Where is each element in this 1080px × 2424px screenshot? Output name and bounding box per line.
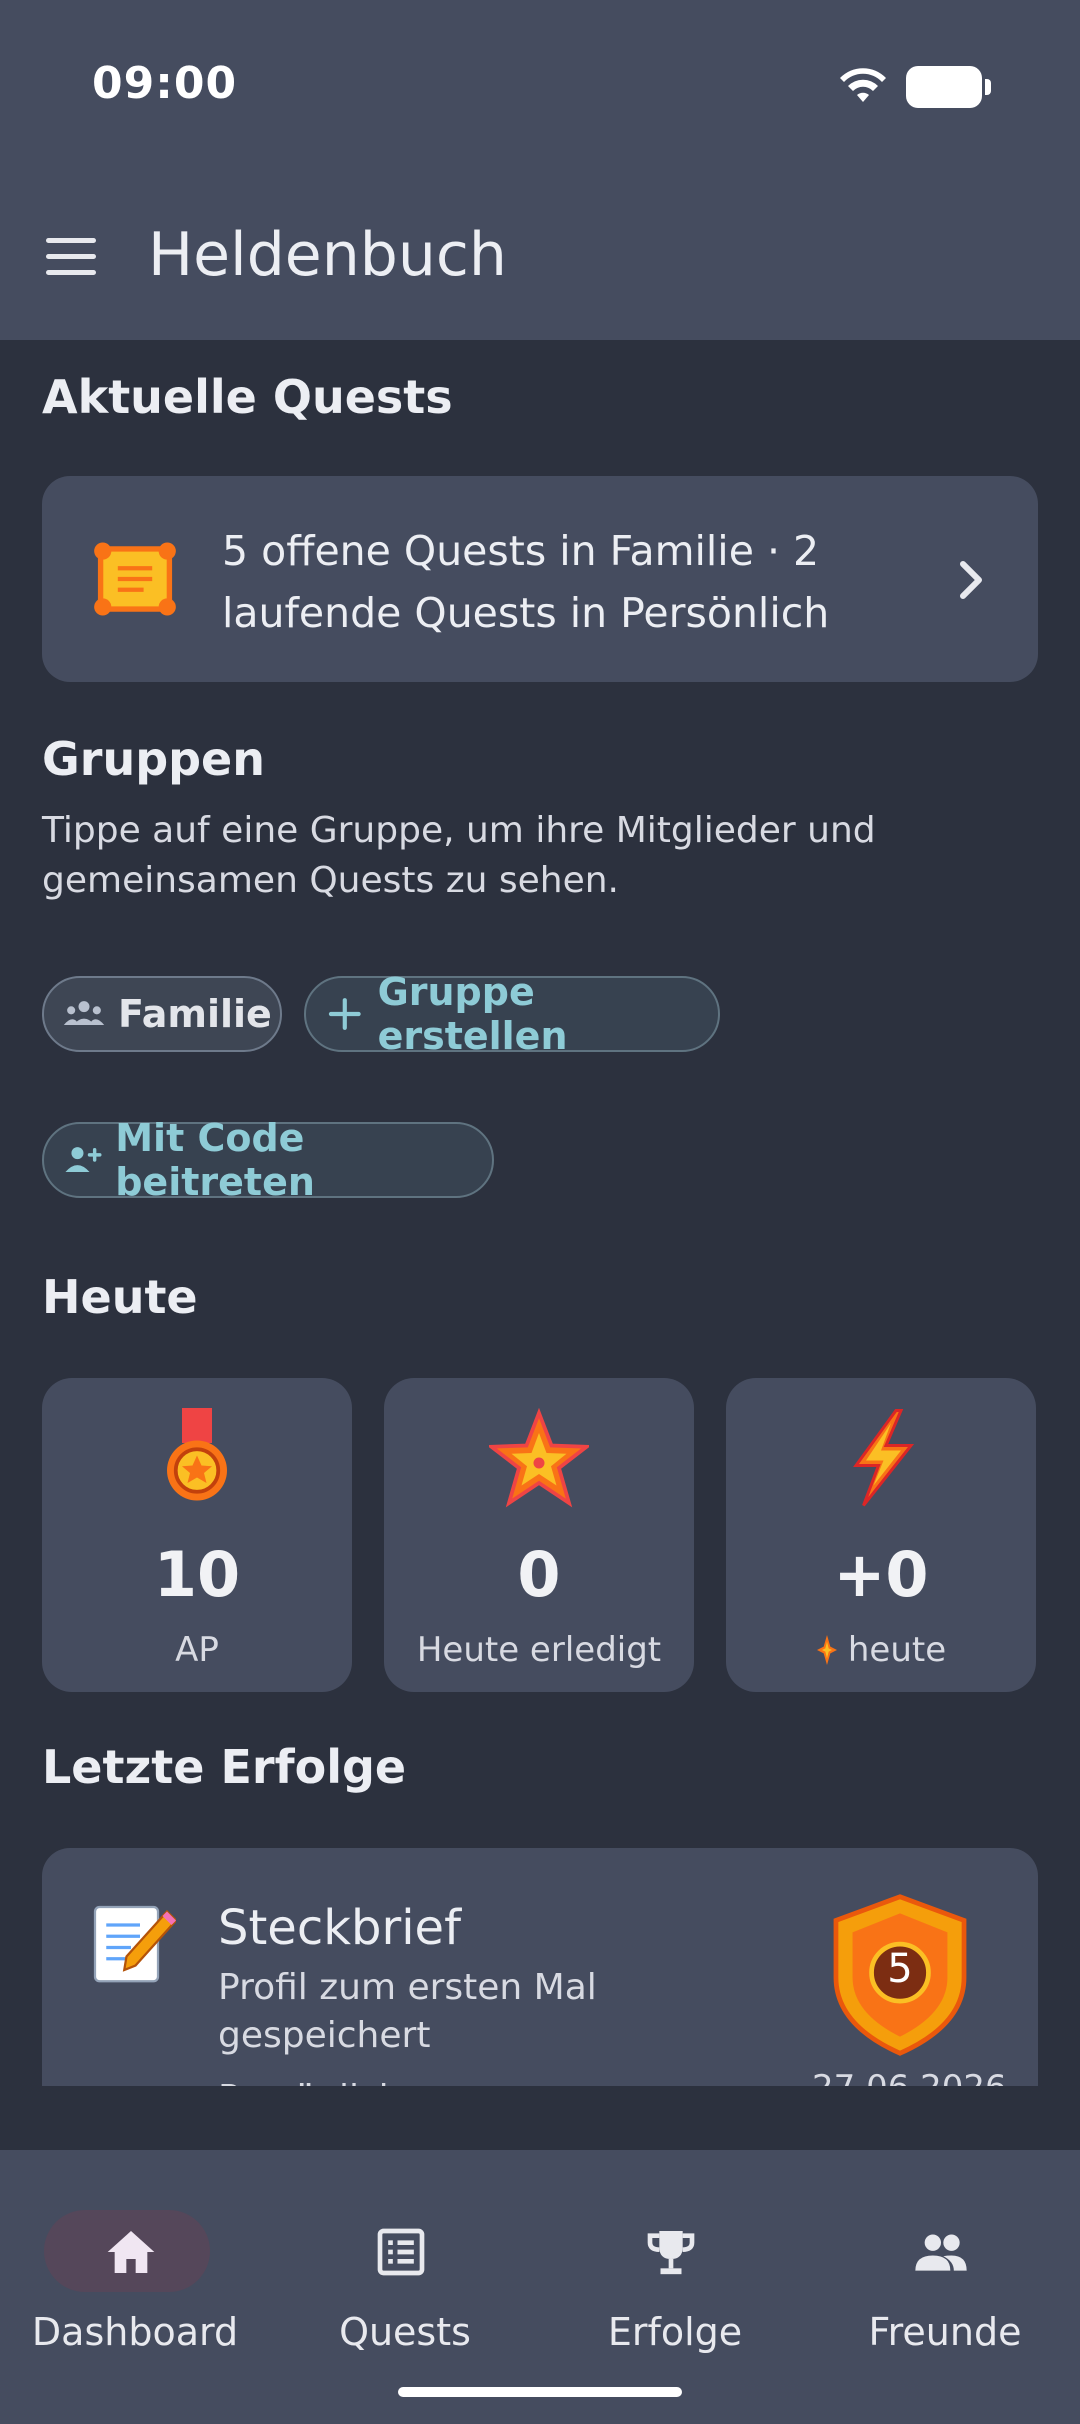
home-icon bbox=[107, 2231, 155, 2273]
status-time: 09:00 bbox=[92, 58, 238, 109]
medal-icon bbox=[167, 1408, 227, 1501]
groups-hint: Tippe auf eine Gruppe, um ihre Mitgliede… bbox=[42, 810, 876, 901]
level-badge-number: 5 bbox=[887, 1946, 913, 1992]
achievement-date: 27.06.2026 bbox=[812, 2068, 1007, 2086]
chip-label: Gruppe erstellen bbox=[377, 970, 568, 1058]
bottom-navigation: Dashboard Quests Erfolge Freunde bbox=[0, 2150, 1080, 2424]
stat-label: Heute erledigt bbox=[416, 1630, 662, 1670]
spark-icon bbox=[816, 1635, 837, 1665]
stat-value: 10 bbox=[153, 1538, 241, 1611]
scroll-icon bbox=[94, 542, 176, 616]
section-title-quests: Aktuelle Quests bbox=[42, 370, 453, 424]
stat-value: 0 bbox=[517, 1538, 561, 1611]
nav-item-dashboard[interactable]: Dashboard bbox=[0, 2180, 270, 2360]
stat-label-text: heute bbox=[847, 1630, 947, 1670]
group-icon bbox=[63, 1001, 105, 1025]
person-add-icon bbox=[65, 1147, 102, 1173]
chip-label: Familie bbox=[118, 992, 272, 1036]
nav-label: Erfolge bbox=[607, 2310, 743, 2354]
app-title: Heldenbuch bbox=[148, 220, 507, 290]
star-icon bbox=[489, 1408, 589, 1508]
section-title-groups: Gruppen bbox=[42, 732, 265, 786]
home-indicator[interactable] bbox=[398, 2387, 682, 2397]
nav-item-freunde[interactable]: Freunde bbox=[810, 2180, 1080, 2360]
chevron-right-icon bbox=[960, 561, 982, 599]
stat-label: AP bbox=[175, 1630, 219, 1670]
trophy-icon bbox=[647, 2231, 695, 2275]
join-with-code-button[interactable]: Mit Code beitreten bbox=[42, 1116, 494, 1204]
achievement-card[interactable]: Steckbrief Profil zum ersten Mal gespeic… bbox=[42, 1848, 1038, 2086]
nav-label: Freunde bbox=[868, 2310, 1022, 2354]
app-bar: Heldenbuch bbox=[0, 170, 1080, 340]
achievement-group: Persönlich bbox=[218, 2078, 402, 2086]
stat-card-ap[interactable]: 10 AP bbox=[42, 1378, 352, 1692]
create-group-button[interactable]: Gruppe erstellen bbox=[304, 970, 720, 1058]
nav-item-erfolge[interactable]: Erfolge bbox=[540, 2180, 810, 2360]
stat-card-done-today[interactable]: 0 Heute erledigt bbox=[384, 1378, 694, 1692]
memo-icon bbox=[93, 1905, 176, 1983]
nav-label: Dashboard bbox=[31, 2310, 239, 2354]
lightning-icon bbox=[853, 1409, 915, 1507]
battery-icon bbox=[906, 66, 991, 108]
list-icon bbox=[377, 2228, 425, 2276]
stat-label: heute bbox=[726, 1630, 1036, 1670]
dashboard-content[interactable]: Aktuelle Quests 5 offene Quests in Famil… bbox=[0, 340, 1080, 2085]
wifi-icon bbox=[840, 68, 886, 102]
stat-value: +0 bbox=[833, 1538, 929, 1611]
people-icon bbox=[915, 2234, 967, 2271]
menu-button[interactable] bbox=[46, 238, 102, 278]
stat-card-xp-today[interactable]: +0 heute bbox=[726, 1378, 1036, 1692]
section-title-today: Heute bbox=[42, 1270, 198, 1324]
achievements-clip: Steckbrief Profil zum ersten Mal gespeic… bbox=[0, 1848, 1080, 2086]
nav-label: Quests bbox=[339, 2310, 471, 2354]
menu-icon bbox=[46, 238, 96, 243]
group-chip-familie[interactable]: Familie bbox=[42, 976, 282, 1052]
achievement-description: Profil zum ersten Mal gespeichert bbox=[218, 1967, 597, 2056]
chip-label: Mit Code beitreten bbox=[115, 1116, 315, 1204]
quest-summary-card[interactable]: 5 offene Quests in Familie · 2 laufende … bbox=[42, 476, 1038, 682]
nav-item-quests[interactable]: Quests bbox=[270, 2180, 540, 2360]
section-title-achievements: Letzte Erfolge bbox=[42, 1740, 407, 1794]
plus-icon bbox=[328, 998, 361, 1030]
status-bar: 09:00 bbox=[0, 0, 1080, 170]
achievement-title: Steckbrief bbox=[218, 1900, 461, 1956]
quest-summary-text: 5 offene Quests in Familie · 2 laufende … bbox=[222, 527, 830, 637]
